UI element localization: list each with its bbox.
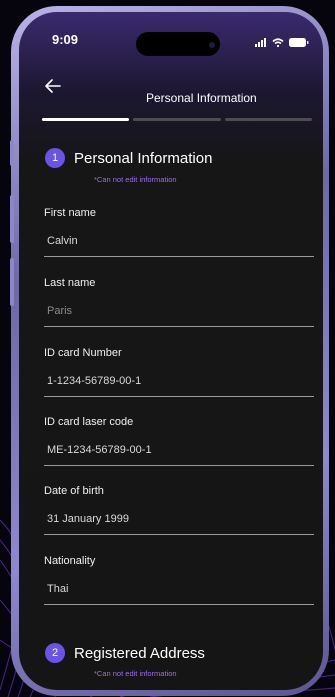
field-label: Date of birth [44,485,104,497]
section-header: 1 Personal Information [45,148,212,168]
section-header: 2 Registered Address [45,643,205,663]
progress-step [133,118,221,121]
phone-side-button [10,140,14,166]
field-underline [44,604,314,605]
field-value: Thai [47,583,69,595]
status-icons [255,34,309,52]
field-underline [44,534,314,535]
field-label: Last name [44,277,96,289]
field-value: 1-1234-56789-00-1 [47,375,142,387]
edit-note: *Can not edit information [94,175,177,184]
signal-icon [255,34,267,52]
field-label: First name [44,207,96,219]
field-label: ID card laser code [44,416,134,428]
edit-note: *Can not edit information [94,669,177,678]
phone-screen: 9:09 Personal Information 1 Personal Inf… [19,12,323,690]
field-value: Paris [47,305,73,317]
step-number-badge: 1 [45,148,65,168]
progress-step [42,118,130,121]
dynamic-island [136,32,220,56]
phone-side-button [10,258,14,306]
section-title: Personal Information [74,149,213,167]
field-label: ID card Number [44,347,122,359]
field-id-card-laser-code[interactable]: ID card laser code ME-1234-56789-00-1 [44,416,314,466]
camera-dot [209,42,215,48]
field-first-name[interactable]: First name Calvin [44,207,314,257]
field-underline [44,326,314,327]
field-last-name[interactable]: Last name Paris [44,277,314,327]
step-progress [42,118,312,121]
page-title: Personal Information [146,91,257,105]
field-date-of-birth[interactable]: Date of birth 31 January 1999 [44,485,314,535]
phone-side-button [10,195,14,243]
progress-step [224,118,312,121]
section-title: Registered Address [74,644,205,662]
arrow-left-icon [45,79,61,93]
field-underline [44,396,314,397]
field-value: ME-1234-56789-00-1 [47,444,152,456]
step-number-badge: 2 [45,643,65,663]
field-value: 31 January 1999 [47,513,129,525]
status-time: 9:09 [52,32,79,47]
back-button[interactable] [44,78,64,96]
field-label: Nationality [44,555,96,567]
field-value: Calvin [47,235,78,247]
field-id-card-number[interactable]: ID card Number 1-1234-56789-00-1 [44,347,314,397]
field-underline [44,465,314,466]
wifi-icon [272,34,284,52]
field-nationality[interactable]: Nationality Thai [44,555,314,605]
field-underline [44,256,314,257]
battery-icon [289,34,309,52]
